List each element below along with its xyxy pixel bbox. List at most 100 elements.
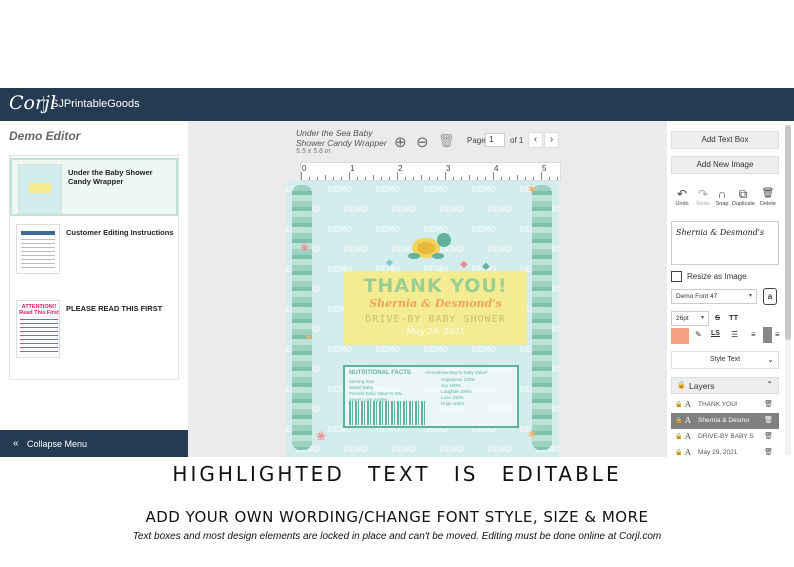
demo-watermark: DEMO <box>344 205 368 214</box>
names-text[interactable]: Shernia & Desmond's <box>348 297 523 310</box>
demo-watermark: DEMO <box>472 185 496 194</box>
delete-button[interactable]: 🗑 Delete <box>757 187 779 207</box>
delete-layer-icon[interactable]: 🗑 <box>764 432 773 440</box>
ruler-tick <box>541 172 542 180</box>
zoom-out-icon[interactable]: ⊖ <box>416 133 429 151</box>
layer-item-selected[interactable]: 🔒 A Shernia & Desmo 🗑 <box>671 413 779 429</box>
align-center-icon[interactable] <box>763 327 772 343</box>
double-chevron-left-icon: « <box>13 438 19 449</box>
undo-button[interactable]: ↶ Undo <box>671 187 693 207</box>
caption-highlighted-editable: HIGHLIGHTED TEXT IS EDITABLE <box>172 462 622 486</box>
ruler-tick <box>517 175 518 180</box>
ruler-tick <box>301 172 302 180</box>
next-page-button[interactable]: › <box>544 132 559 148</box>
lock-icon[interactable]: 🔒 <box>675 401 682 408</box>
demo-watermark: DEMO <box>376 225 400 234</box>
lock-icon[interactable]: 🔒 <box>675 433 682 440</box>
lock-icon[interactable]: 🔒 <box>675 449 682 456</box>
demo-watermark: DEMO <box>344 445 368 454</box>
page-label: Under the Baby Shower Candy Wrapper <box>68 168 153 186</box>
ruler-tick <box>429 177 430 180</box>
duplicate-icon: ⧉ <box>738 187 748 201</box>
chevron-down-icon: ▾ <box>700 315 704 321</box>
prev-page-button[interactable]: ‹ <box>528 132 543 148</box>
style-text-select[interactable]: Style Text ⌄ <box>671 351 779 369</box>
duplicate-button[interactable]: ⧉ Duplicate <box>732 187 755 207</box>
page-item-read-first[interactable]: ATTENTION!! Read This First PLEASE READ … <box>10 296 178 358</box>
uppercase-icon[interactable]: TT <box>729 313 738 322</box>
lock-icon: 🔒 <box>677 382 686 389</box>
ruler-tick <box>421 175 422 180</box>
demo-watermark: DEMO <box>328 185 352 194</box>
starfish-icon: ✶ <box>526 426 538 442</box>
page-item-candy-wrapper[interactable]: Under the Baby Shower Candy Wrapper <box>10 158 178 216</box>
top-bar: Corjl SJPrintableGoods <box>0 88 794 121</box>
sea-turtle-icon <box>408 233 451 259</box>
page-number-input[interactable]: 1 <box>485 133 505 147</box>
page-item-editing-instructions[interactable]: Customer Editing Instructions <box>10 220 178 278</box>
text-color-swatch[interactable] <box>671 328 689 344</box>
ruler-tick <box>461 177 462 180</box>
delete-icon: 🗑 <box>761 188 775 199</box>
font-lock-icon[interactable]: a <box>763 288 777 305</box>
text-edit-field[interactable]: Shernia & Desmond's <box>671 221 779 265</box>
font-size-select[interactable]: 26pt ▾ <box>671 311 709 326</box>
ruler-tick <box>373 175 374 180</box>
letter-spacing-icon[interactable]: LS <box>711 330 720 337</box>
demo-watermark: DEMO <box>488 245 512 254</box>
text-layer-icon: A <box>685 400 691 409</box>
right-seaweed-border <box>532 185 552 450</box>
collapse-menu-label: Collapse Menu <box>27 439 88 449</box>
undo-label: Undo <box>675 201 689 207</box>
align-right-icon[interactable]: ≡ <box>775 330 780 339</box>
ruler-number: 4 <box>494 164 499 173</box>
starfish-icon: ✶ <box>304 332 314 344</box>
fish-icon: ◆ <box>386 257 393 267</box>
ruler-tick <box>485 177 486 180</box>
demo-watermark: DEMO <box>424 185 448 194</box>
ruler-tick <box>397 172 398 180</box>
starfish-icon: ✶ <box>526 181 538 197</box>
trash-icon[interactable]: 🗑 <box>438 133 455 149</box>
ruler-tick <box>325 175 326 180</box>
demo-watermark: DEMO <box>424 345 448 354</box>
thank-you-text[interactable]: THANK YOU! <box>348 275 523 297</box>
design-canvas[interactable]: DEMO DEMO DEMO DEMO DEMO DEMO DEMO DEMO DEMO DEMO… <box>286 181 559 457</box>
delete-layer-icon[interactable]: 🗑 <box>764 416 773 424</box>
text-layer-icon: A <box>685 416 691 425</box>
font-family-select[interactable]: Demo Font 47 ▾ <box>671 289 757 304</box>
shell-icon: ❀ <box>300 242 310 254</box>
ruler-tick <box>493 172 494 180</box>
resize-as-image-label: Resize as Image <box>687 272 747 281</box>
fish-icon: ◆ <box>460 259 468 270</box>
layers-header[interactable]: 🔒 Layers ⌃ <box>671 377 779 394</box>
date-text[interactable]: May 29, 2021 <box>348 327 523 337</box>
chevron-up-icon: ⌃ <box>766 380 773 389</box>
add-new-image-button[interactable]: Add New Image <box>671 156 779 174</box>
layer-item[interactable]: 🔒 A DRIVE-BY BABY S 🗑 <box>671 429 779 445</box>
zoom-in-icon[interactable]: ⊕ <box>394 133 407 151</box>
collapse-menu-button[interactable]: « Collapse Menu <box>0 430 188 457</box>
layer-item[interactable]: 🔒 A THANK YOU! 🗑 <box>671 397 779 413</box>
shop-name[interactable]: SJPrintableGoods <box>51 98 140 110</box>
line-height-icon[interactable]: ☰ <box>731 330 738 339</box>
lock-icon[interactable]: 🔒 <box>675 417 682 424</box>
delete-layer-icon[interactable]: 🗑 <box>764 448 773 456</box>
layer-item[interactable]: 🔒 A May 29, 2021 🗑 <box>671 445 779 457</box>
demo-watermark: DEMO <box>328 225 352 234</box>
eyedropper-icon[interactable]: ✎ <box>695 330 702 339</box>
panel-scrollbar[interactable] <box>785 125 791 455</box>
delete-layer-icon[interactable]: 🗑 <box>764 400 773 408</box>
resize-as-image-row[interactable]: Resize as Image <box>671 271 779 285</box>
add-text-box-button[interactable]: Add Text Box <box>671 131 779 149</box>
snap-button[interactable]: ∩ Snap <box>711 187 733 207</box>
resize-as-image-checkbox[interactable] <box>671 271 682 282</box>
strikethrough-icon[interactable]: S <box>715 313 720 322</box>
page-label: PLEASE READ THIS FIRST <box>66 304 163 313</box>
align-left-icon[interactable]: ≡ <box>751 330 756 339</box>
workspace: Under the Sea Baby Shower Candy Wrapper … <box>188 121 667 457</box>
event-text[interactable]: DRIVE-BY BABY SHOWER <box>348 314 523 325</box>
demo-watermark: DEMO <box>488 205 512 214</box>
corjl-logo[interactable]: Corjl <box>9 92 56 114</box>
scrollbar-thumb[interactable] <box>785 125 791 340</box>
